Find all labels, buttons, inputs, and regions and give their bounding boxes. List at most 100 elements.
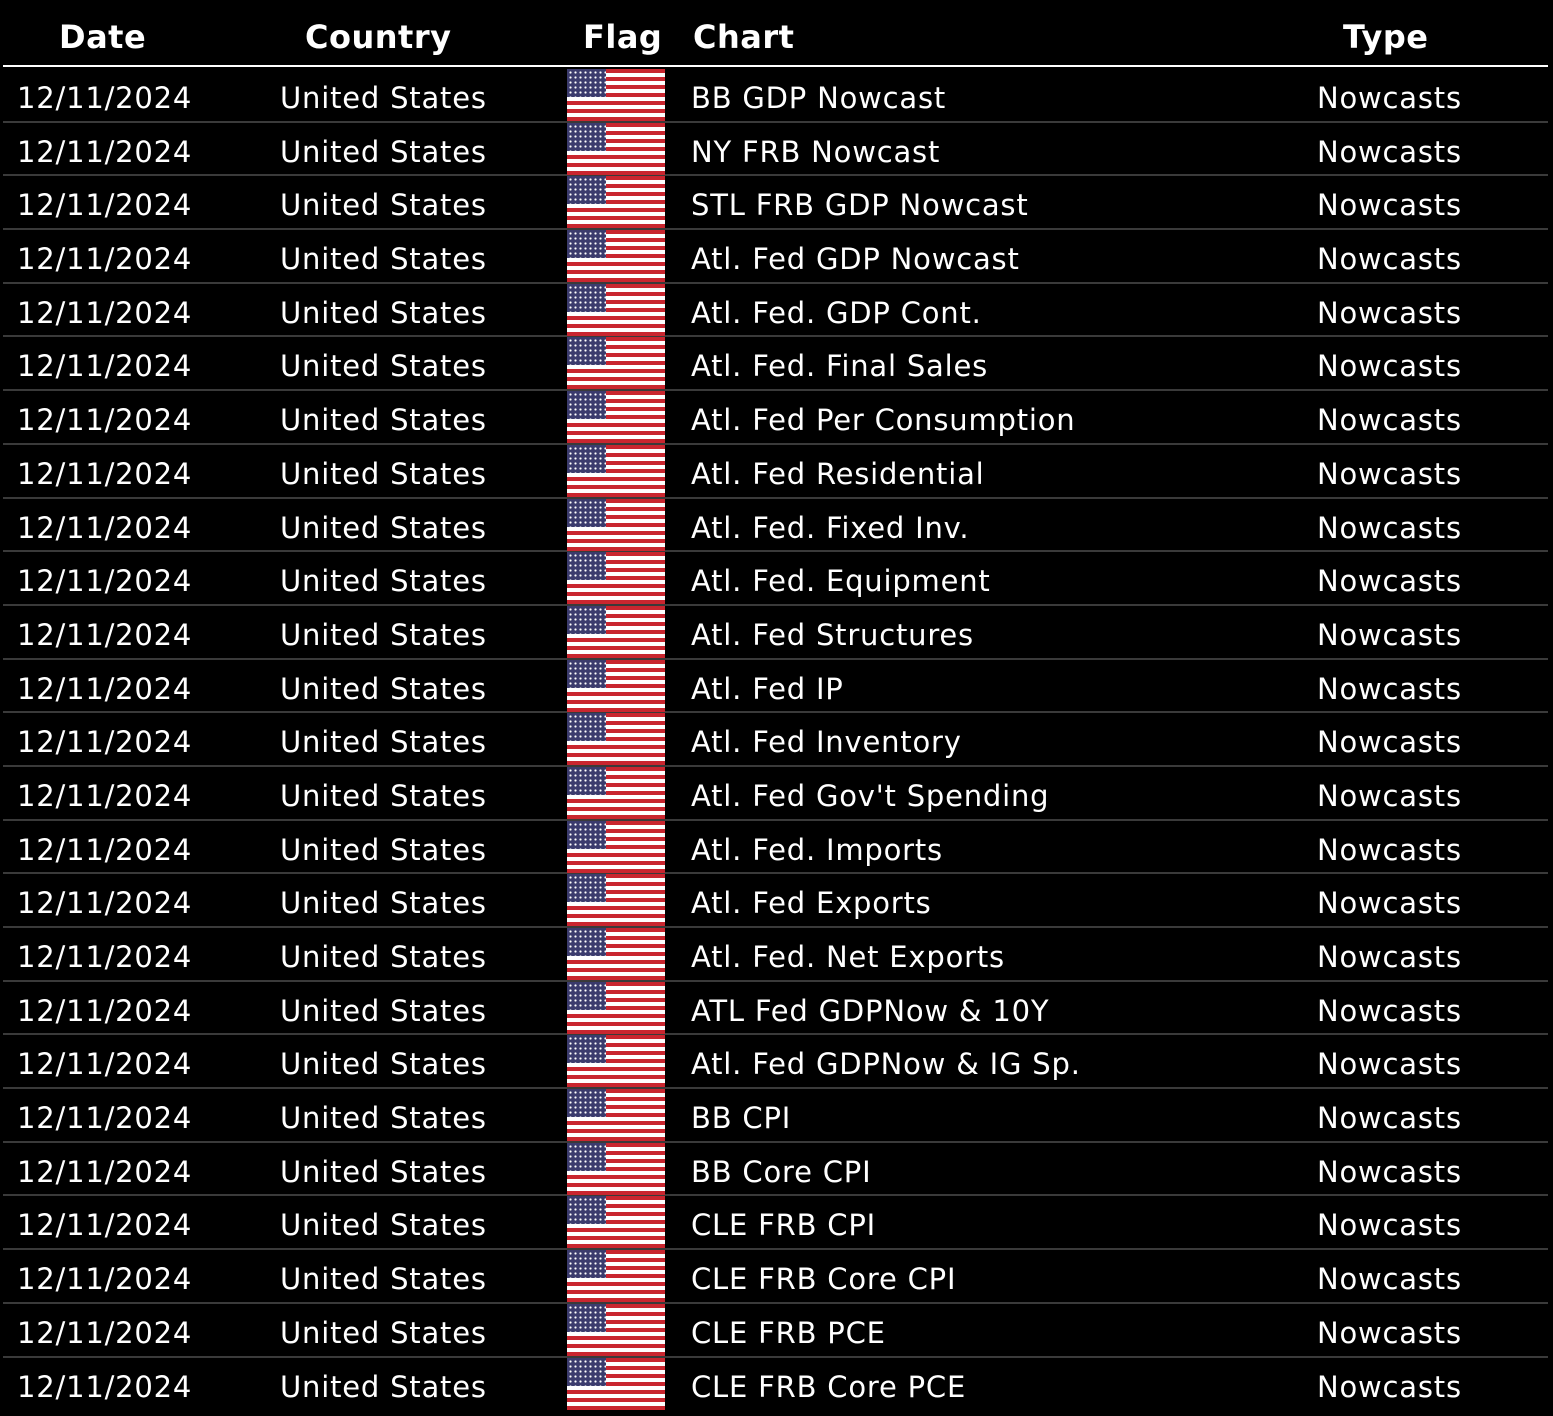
nowcast-table: Date Country Flag Chart Type 12/11/2024 U…	[3, 3, 1548, 1410]
cell-country: United States	[280, 1262, 487, 1297]
table-row[interactable]: 12/11/2024 United States Atl. Fed Resident…	[3, 444, 1548, 499]
table-row[interactable]: 12/11/2024 United States Atl. Fed. Imports…	[3, 820, 1548, 875]
cell-chart: Atl. Fed. Imports	[691, 832, 943, 867]
header-flag[interactable]: Flag	[583, 3, 662, 67]
us-flag-icon	[567, 605, 665, 658]
us-flag-icon	[567, 1196, 665, 1249]
cell-date: 12/11/2024	[17, 778, 193, 813]
cell-type: Nowcasts	[1317, 295, 1462, 330]
cell-chart: ATL Fed GDPNow & 10Y	[691, 993, 1050, 1028]
table-row[interactable]: 12/11/2024 United States NY FRB Nowcast Now…	[3, 122, 1548, 177]
us-flag-icon	[567, 713, 665, 766]
cell-country: United States	[280, 456, 487, 491]
table-row[interactable]: 12/11/2024 United States BB Core CPI Nowcas…	[3, 1142, 1548, 1197]
table-row[interactable]: 12/11/2024 United States CLE FRB PCE Nowcas…	[3, 1303, 1548, 1358]
cell-type: Nowcasts	[1317, 778, 1462, 813]
cell-chart: BB GDP Nowcast	[691, 81, 947, 115]
cell-type: Nowcasts	[1317, 349, 1462, 384]
header-date[interactable]: Date	[59, 3, 146, 67]
cell-chart: Atl. Fed Structures	[691, 617, 974, 652]
flag-canton	[567, 928, 606, 956]
table-row[interactable]: 12/11/2024 United States STL FRB GDP Nowca…	[3, 176, 1548, 231]
table-row[interactable]: 12/11/2024 United States CLE FRB CPI Nowcas…	[3, 1196, 1548, 1251]
table-row[interactable]: 12/11/2024 United States Atl. Fed Gov't Sp…	[3, 766, 1548, 821]
cell-date: 12/11/2024	[17, 242, 193, 277]
cell-chart: Atl. Fed IP	[691, 671, 844, 706]
table-row[interactable]: 12/11/2024 United States BB CPI Nowcasts	[3, 1089, 1548, 1143]
cell-date: 12/11/2024	[17, 510, 193, 545]
cell-type: Nowcasts	[1317, 671, 1462, 706]
cell-date: 12/11/2024	[17, 1315, 193, 1350]
cell-country: United States	[280, 671, 487, 706]
cell-country: United States	[280, 617, 487, 652]
cell-type: Nowcasts	[1317, 940, 1462, 974]
flag-canton	[567, 820, 606, 849]
table-row[interactable]: 12/11/2024 United States Atl. Fed Structur…	[3, 605, 1548, 660]
cell-date: 12/11/2024	[17, 993, 193, 1028]
cell-country: United States	[280, 242, 487, 277]
us-flag-icon	[567, 928, 665, 980]
flag-canton	[567, 552, 606, 581]
cell-type: Nowcasts	[1317, 1208, 1462, 1243]
cell-country: United States	[280, 1154, 487, 1189]
flag-canton	[567, 659, 606, 688]
flag-canton	[567, 1196, 606, 1225]
cell-country: United States	[280, 993, 487, 1028]
cell-country: United States	[280, 1315, 487, 1350]
us-flag-icon	[567, 1142, 665, 1195]
cell-country: United States	[280, 940, 487, 974]
cell-country: United States	[280, 510, 487, 545]
table-row[interactable]: 12/11/2024 United States Atl. Fed GDP Nowc…	[3, 230, 1548, 284]
cell-type: Nowcasts	[1317, 1315, 1462, 1350]
cell-type: Nowcasts	[1317, 1369, 1462, 1404]
table-row[interactable]: 12/11/2024 United States Atl. Fed. Net Exp…	[3, 928, 1548, 982]
cell-date: 12/11/2024	[17, 671, 193, 706]
cell-chart: CLE FRB Core CPI	[691, 1262, 957, 1297]
us-flag-icon	[567, 1357, 665, 1410]
flag-canton	[567, 1303, 606, 1332]
cell-country: United States	[280, 1101, 487, 1136]
cell-date: 12/11/2024	[17, 295, 193, 330]
us-flag-icon	[567, 552, 665, 605]
cell-date: 12/11/2024	[17, 564, 193, 599]
table-row[interactable]: 12/11/2024 United States Atl. Fed Per Cons…	[3, 391, 1548, 445]
header-country[interactable]: Country	[305, 3, 451, 67]
cell-country: United States	[280, 886, 487, 921]
cell-chart: Atl. Fed Inventory	[691, 725, 962, 760]
cell-date: 12/11/2024	[17, 1262, 193, 1297]
table-row[interactable]: 12/11/2024 United States Atl. Fed. Final S…	[3, 337, 1548, 392]
us-flag-icon	[567, 69, 665, 121]
cell-date: 12/11/2024	[17, 403, 193, 438]
flag-canton	[567, 230, 606, 259]
table-row[interactable]: 12/11/2024 United States ATL Fed GDPNow & …	[3, 981, 1548, 1036]
table-row[interactable]: 12/11/2024 United States CLE FRB Core PCE N…	[3, 1357, 1548, 1412]
flag-canton	[567, 713, 606, 742]
cell-country: United States	[280, 725, 487, 760]
flag-canton	[567, 176, 606, 205]
table-row[interactable]: 12/11/2024 United States Atl. Fed Inventor…	[3, 713, 1548, 767]
us-flag-icon	[567, 1035, 665, 1088]
cell-type: Nowcasts	[1317, 242, 1462, 277]
flag-canton	[567, 337, 606, 366]
us-flag-icon	[567, 1089, 665, 1142]
cell-type: Nowcasts	[1317, 564, 1462, 599]
cell-date: 12/11/2024	[17, 1047, 193, 1082]
table-row[interactable]: 12/11/2024 United States Atl. Fed. Equipme…	[3, 552, 1548, 606]
cell-date: 12/11/2024	[17, 349, 193, 384]
table-row[interactable]: 12/11/2024 United States Atl. Fed. Fixed I…	[3, 498, 1548, 553]
cell-country: United States	[280, 295, 487, 330]
cell-country: United States	[280, 403, 487, 438]
us-flag-icon	[567, 444, 665, 497]
cell-type: Nowcasts	[1317, 886, 1462, 921]
us-flag-icon	[567, 766, 665, 819]
table-row[interactable]: 12/11/2024 United States Atl. Fed IP Nowcas…	[3, 659, 1548, 714]
table-row[interactable]: 12/11/2024 United States Atl. Fed. GDP Con…	[3, 283, 1548, 338]
us-flag-icon	[567, 1303, 665, 1356]
table-row[interactable]: 12/11/2024 United States Atl. Fed Exports N…	[3, 874, 1548, 928]
header-type[interactable]: Type	[1343, 3, 1429, 67]
table-row[interactable]: 12/11/2024 United States Atl. Fed GDPNow &…	[3, 1035, 1548, 1090]
header-chart[interactable]: Chart	[693, 3, 794, 67]
table-row[interactable]: 12/11/2024 United States CLE FRB Core CPI N…	[3, 1250, 1548, 1304]
table-row[interactable]: 12/11/2024 United States BB GDP Nowcast Now…	[3, 69, 1548, 123]
us-flag-icon	[567, 230, 665, 283]
